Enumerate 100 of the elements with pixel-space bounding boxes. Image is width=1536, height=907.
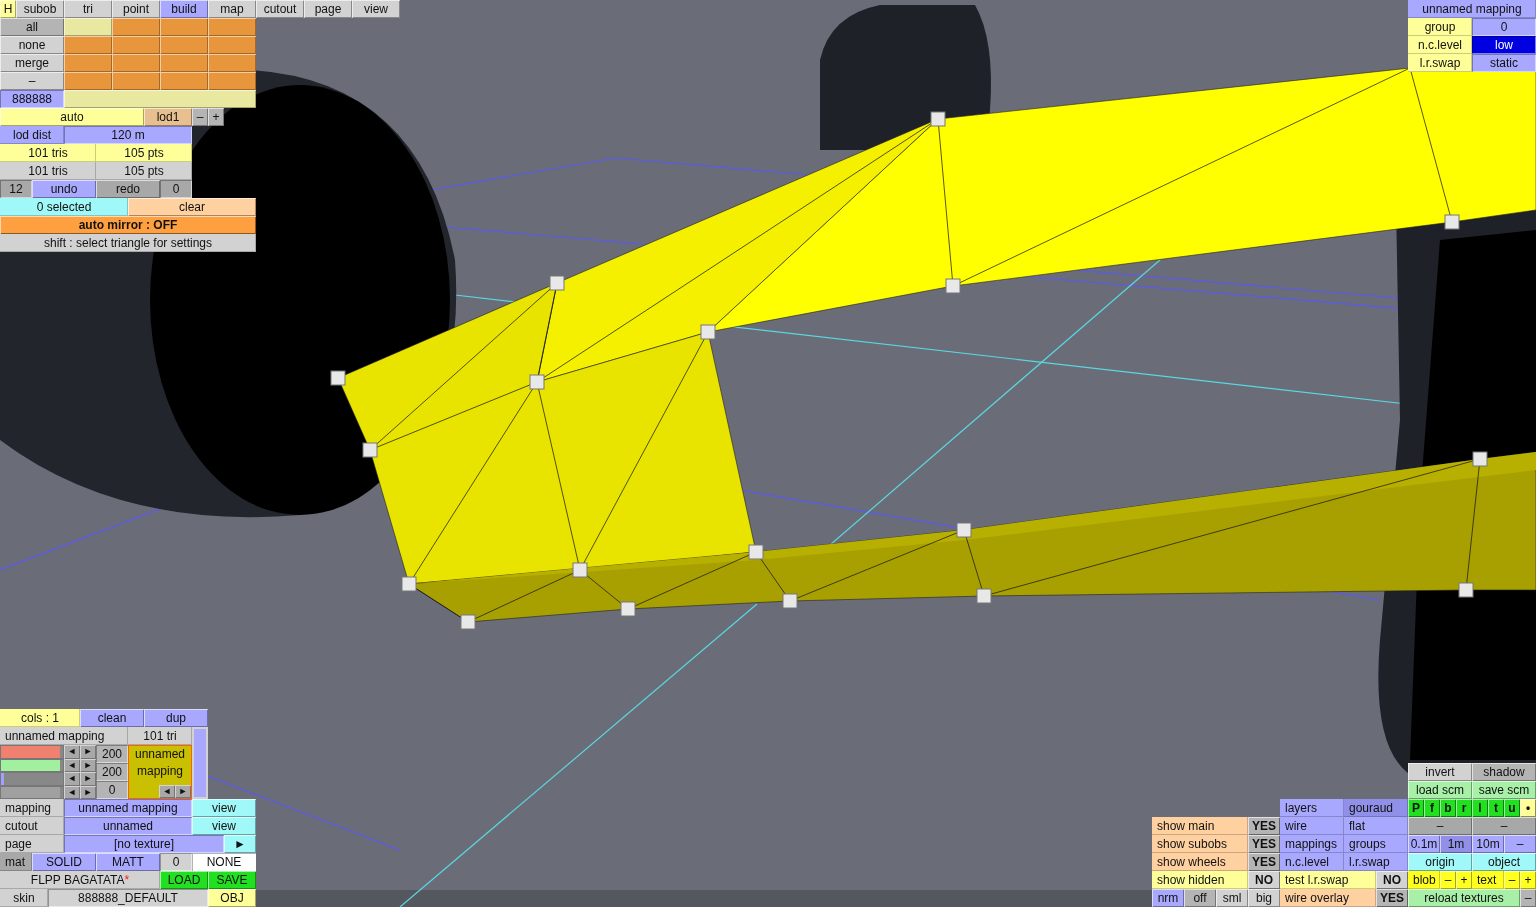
color-swatch[interactable] [64, 72, 112, 90]
tool-button[interactable]: view [192, 799, 256, 817]
value-display[interactable]: 0 [160, 853, 192, 871]
color-swatch[interactable] [208, 36, 256, 54]
tool-button[interactable]: view [192, 817, 256, 835]
arrow-button[interactable]: ► [80, 772, 96, 786]
mode-tab[interactable]: page [304, 0, 352, 18]
arrow-button[interactable]: ◄ [64, 745, 80, 759]
tool-button[interactable]: off [1184, 889, 1216, 907]
tool-button[interactable]: – [1504, 871, 1520, 889]
tool-button[interactable]: + [208, 108, 224, 126]
toggle-button[interactable]: f [1424, 799, 1440, 817]
color-swatch[interactable] [208, 54, 256, 72]
tool-button[interactable]: undo [32, 180, 96, 198]
value-display[interactable]: unnamed mapping [64, 799, 192, 817]
color-slider[interactable] [0, 772, 64, 786]
tool-button[interactable]: auto [0, 108, 144, 126]
mode-tab[interactable]: tri [64, 0, 112, 18]
toggle-button[interactable]: t [1488, 799, 1504, 817]
tool-button[interactable]: ► [224, 835, 256, 853]
mode-tab[interactable]: subob [16, 0, 64, 18]
tool-button[interactable]: sml [1216, 889, 1248, 907]
tool-button[interactable]: – [1408, 817, 1472, 835]
mode-tab[interactable]: view [352, 0, 400, 18]
tool-button[interactable]: redo [96, 180, 160, 198]
value-display[interactable]: NONE [192, 853, 256, 871]
value-display[interactable]: [no texture] [64, 835, 224, 853]
tool-button[interactable]: 1m [1440, 835, 1472, 853]
tool-button[interactable]: origin [1408, 853, 1472, 871]
value-display[interactable]: static [1472, 54, 1536, 72]
color-swatch[interactable] [64, 54, 112, 72]
value-display[interactable]: 200 [96, 763, 128, 781]
tool-button[interactable]: OBJ [208, 889, 256, 907]
arrow-button[interactable]: ◄ [64, 772, 80, 786]
tool-button[interactable]: – [1520, 889, 1536, 907]
mode-tab[interactable]: build [160, 0, 208, 18]
toggle-button[interactable]: YES [1248, 853, 1280, 871]
value-display[interactable]: unnamed [64, 817, 192, 835]
tool-button[interactable]: save scm [1472, 781, 1536, 799]
tool-button[interactable]: none [0, 36, 64, 54]
scrollbar[interactable] [192, 727, 208, 799]
toggle-button[interactable]: l [1472, 799, 1488, 817]
toggle-button[interactable]: YES [1248, 835, 1280, 853]
value-display[interactable]: 0 [160, 180, 192, 198]
tool-button[interactable]: reload textures [1408, 889, 1520, 907]
mode-tab[interactable]: map [208, 0, 256, 18]
tool-button[interactable]: load scm [1408, 781, 1472, 799]
arrow-button[interactable]: ► [80, 745, 96, 759]
tool-button[interactable]: + [1456, 871, 1472, 889]
mode-tab[interactable]: point [112, 0, 160, 18]
value-display[interactable]: low [1472, 36, 1536, 54]
color-slider[interactable] [0, 745, 64, 759]
value-display[interactable]: 12 [0, 180, 32, 198]
toggle-button[interactable]: r [1456, 799, 1472, 817]
tool-button[interactable]: shadow [1472, 763, 1536, 781]
color-swatch[interactable] [64, 18, 112, 36]
color-swatch[interactable] [112, 72, 160, 90]
hide-button[interactable]: H [0, 0, 16, 18]
color-swatch[interactable] [112, 36, 160, 54]
value-display[interactable]: 888888_DEFAULT [48, 889, 208, 907]
toggle-button[interactable]: NO [1248, 871, 1280, 889]
value-display[interactable]: 888888 [0, 90, 64, 108]
tool-button[interactable]: all [0, 18, 64, 36]
color-swatch[interactable] [160, 18, 208, 36]
color-swatch[interactable] [208, 72, 256, 90]
tool-button[interactable]: SOLID [32, 853, 96, 871]
value-display[interactable]: 0 [96, 781, 128, 799]
tool-button[interactable]: SAVE [208, 871, 256, 889]
mode-tab[interactable]: cutout [256, 0, 304, 18]
color-swatch[interactable] [112, 18, 160, 36]
toggle-button[interactable]: NO [1376, 871, 1408, 889]
color-swatch[interactable] [64, 36, 112, 54]
toggle-button[interactable]: YES [1248, 817, 1280, 835]
toggle-button[interactable]: u [1504, 799, 1520, 817]
arrow-button[interactable]: ◄ [159, 784, 175, 798]
tool-button[interactable]: – [1504, 835, 1536, 853]
tool-button[interactable]: 0.1m [1408, 835, 1440, 853]
tool-button[interactable]: – [1440, 871, 1456, 889]
arrow-button[interactable]: ► [175, 784, 191, 798]
tool-button[interactable]: – [1472, 817, 1536, 835]
toggle-button[interactable]: P [1408, 799, 1424, 817]
color-swatch[interactable] [64, 90, 256, 108]
tool-button[interactable]: object [1472, 853, 1536, 871]
value-display[interactable]: 200 [96, 745, 128, 763]
tool-button[interactable]: big [1248, 889, 1280, 907]
tool-button[interactable]: + [1520, 871, 1536, 889]
toggle-button[interactable]: • [1520, 799, 1536, 817]
tool-button[interactable]: lod1 [144, 108, 192, 126]
value-display[interactable]: 0 [1472, 18, 1536, 36]
toggle-button[interactable]: YES [1376, 889, 1408, 907]
tool-button[interactable]: – [0, 72, 64, 90]
color-swatch[interactable] [160, 54, 208, 72]
color-swatch[interactable] [208, 18, 256, 36]
tool-button[interactable]: clear [128, 198, 256, 216]
tool-button[interactable]: – [192, 108, 208, 126]
tool-button[interactable]: 10m [1472, 835, 1504, 853]
tool-button[interactable]: nrm [1152, 889, 1184, 907]
color-swatch[interactable] [160, 36, 208, 54]
tool-button[interactable]: MATT [96, 853, 160, 871]
tool-button[interactable]: LOAD [160, 871, 208, 889]
